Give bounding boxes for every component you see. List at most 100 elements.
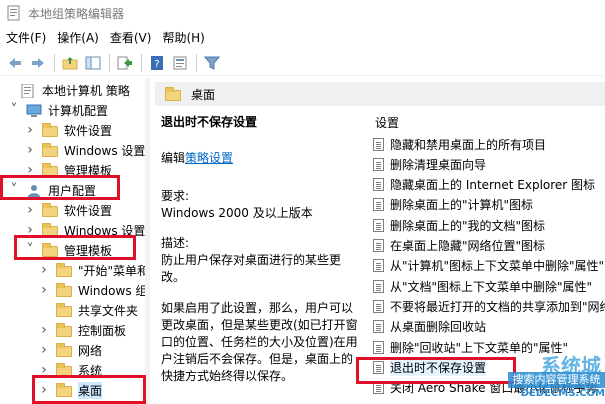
watermark-logo: 系统城	[541, 354, 601, 378]
setting-label: 不要将最近打开的文档的共享添加到"网络	[390, 299, 605, 314]
setting-label: 在桌面上隐藏"网络位置"图标	[390, 239, 546, 253]
chevron-right-icon[interactable]: ›	[38, 282, 50, 298]
tree-item-label: "开始"菜单和	[78, 263, 150, 278]
folder-up-icon[interactable]	[59, 53, 81, 73]
chevron-right-icon[interactable]: ›	[24, 142, 36, 158]
highlight-desktop	[32, 375, 146, 404]
policy-setting-icon	[373, 320, 384, 334]
chevron-right-icon[interactable]: ›	[38, 342, 50, 358]
forward-icon[interactable]	[27, 53, 49, 73]
policy-icon	[20, 83, 36, 99]
setting-row[interactable]: 删除桌面上的"我的文档"图标	[373, 215, 605, 235]
setting-row[interactable]: 从"计算机"图标上下文菜单中删除"属性"	[373, 256, 605, 276]
setting-row[interactable]: 隐藏和禁用桌面上的所有项目	[373, 134, 605, 154]
setting-label: 删除桌面上的"我的文档"图标	[390, 218, 546, 233]
policy-setting-icon	[373, 340, 384, 354]
toolbar: ?	[0, 50, 605, 76]
folder-icon	[42, 203, 58, 217]
chevron-down-icon[interactable]: ˅	[8, 102, 20, 118]
setting-row[interactable]: 从桌面删除回收站	[373, 317, 605, 337]
tree-item[interactable]: › 控制面板	[38, 320, 126, 340]
setting-row[interactable]: 不要将最近打开的文档的共享添加到"网络	[373, 296, 605, 316]
help-icon[interactable]: ?	[146, 53, 168, 73]
chevron-right-icon[interactable]: ›	[24, 122, 36, 138]
tree-item[interactable]: 共享文件夹	[38, 300, 138, 320]
details-header-title: 桌面	[191, 87, 216, 102]
show-hide-tree-icon[interactable]	[82, 53, 104, 73]
tree-item[interactable]: › 软件设置	[24, 120, 112, 140]
setting-row[interactable]: 删除清理桌面向导	[373, 154, 605, 174]
tree-item-label: 网络	[78, 343, 103, 358]
chevron-right-icon[interactable]: ›	[24, 202, 36, 218]
folder-icon	[42, 123, 58, 137]
details-header: 桌面	[155, 82, 605, 106]
tree-item[interactable]: › Windows 设置	[24, 140, 145, 160]
folder-icon	[56, 283, 72, 297]
menu-action[interactable]: 操作(A)	[55, 29, 108, 46]
properties-icon[interactable]	[169, 53, 191, 73]
highlight-admin-templates	[14, 235, 136, 260]
tree-item[interactable]: › "开始"菜单和	[38, 260, 149, 280]
setting-row[interactable]: 隐藏桌面上的 Internet Explorer 图标	[373, 175, 605, 195]
setting-label: 从"文档"图标上下文菜单中删除"属性"	[390, 279, 593, 294]
toolbar-separator	[109, 53, 110, 72]
tree-item-label: Windows 设置	[64, 143, 146, 158]
policy-setting-icon	[373, 259, 384, 273]
toolbar-separator	[141, 53, 142, 72]
tree-item-label: 共享文件夹	[78, 303, 139, 318]
highlight-user-config	[0, 175, 120, 200]
setting-row[interactable]: 从"文档"图标上下文菜单中删除"属性"	[373, 276, 605, 296]
chevron-right-icon[interactable]: ›	[38, 322, 50, 338]
tree-item-label: 控制面板	[78, 323, 127, 338]
description-label: 描述:	[161, 236, 190, 250]
settings-column-header[interactable]: 设置	[375, 114, 399, 131]
tree-item-label: 计算机配置	[48, 103, 109, 118]
edit-prefix: 编辑	[161, 151, 186, 165]
tree-item-label: 本地计算机 策略	[42, 83, 130, 98]
setting-label: 隐藏和禁用桌面上的所有项目	[390, 137, 547, 152]
policy-setting-icon	[373, 137, 384, 151]
tree-item-label: 软件设置	[64, 203, 113, 218]
policy-setting-icon	[373, 157, 384, 171]
setting-row[interactable]: 在桌面上隐藏"网络位置"图标	[373, 236, 605, 256]
requirements-label: 要求:	[161, 189, 190, 203]
folder-icon	[42, 143, 58, 157]
watermark-text: 搜索内容管理系统	[508, 372, 605, 388]
setting-label: 从"计算机"图标上下文菜单中删除"属性"	[390, 259, 605, 274]
toolbar-separator	[54, 53, 55, 72]
requirements-value: Windows 2000 及以上版本	[161, 206, 313, 220]
edit-policy-link[interactable]: 策略设置	[185, 151, 233, 165]
folder-icon	[165, 87, 181, 101]
policy-title: 退出时不保存设置	[161, 115, 258, 129]
policy-setting-icon	[373, 198, 384, 212]
setting-label: 从桌面删除回收站	[390, 320, 487, 335]
menu-help[interactable]: 帮助(H)	[160, 29, 213, 46]
policy-setting-icon	[373, 178, 384, 192]
back-icon[interactable]	[4, 53, 26, 73]
folder-icon	[56, 343, 72, 357]
tree-item[interactable]: › Windows 组	[38, 280, 147, 300]
setting-label: 删除清理桌面向导	[390, 157, 487, 172]
filter-icon[interactable]	[201, 53, 223, 73]
setting-label: 隐藏桌面上的 Internet Explorer 图标	[390, 178, 596, 193]
tree-item[interactable]: › 网络	[38, 340, 102, 360]
edit-policy-line: 编辑策略设置	[161, 150, 233, 167]
window-title: 本地组策略编辑器	[28, 6, 125, 21]
export-icon[interactable]	[114, 53, 136, 73]
tree-item[interactable]: › 软件设置	[24, 200, 112, 220]
chevron-right-icon[interactable]: ›	[38, 262, 50, 278]
policy-setting-icon	[373, 218, 384, 232]
svg-text:?: ?	[154, 59, 159, 70]
tree-item-label: Windows 组	[78, 283, 148, 298]
tree-item[interactable]: ˅ 计算机配置	[8, 100, 109, 120]
policy-editor-icon	[6, 5, 22, 21]
menu-file[interactable]: 文件(F)	[4, 29, 55, 46]
menu-bar: 文件(F) 操作(A) 查看(V) 帮助(H)	[0, 26, 605, 48]
site-watermark: 系统城 搜索内容管理系统 DEDECMS.COM	[488, 350, 605, 404]
policy-setting-icon	[373, 299, 384, 313]
title-bar: 本地组策略编辑器	[0, 0, 605, 26]
tree-item[interactable]: 本地计算机 策略	[2, 80, 130, 100]
setting-row[interactable]: 删除桌面上的"计算机"图标	[373, 195, 605, 215]
menu-view[interactable]: 查看(V)	[108, 29, 161, 46]
tree-scrollbar[interactable]	[145, 78, 150, 404]
